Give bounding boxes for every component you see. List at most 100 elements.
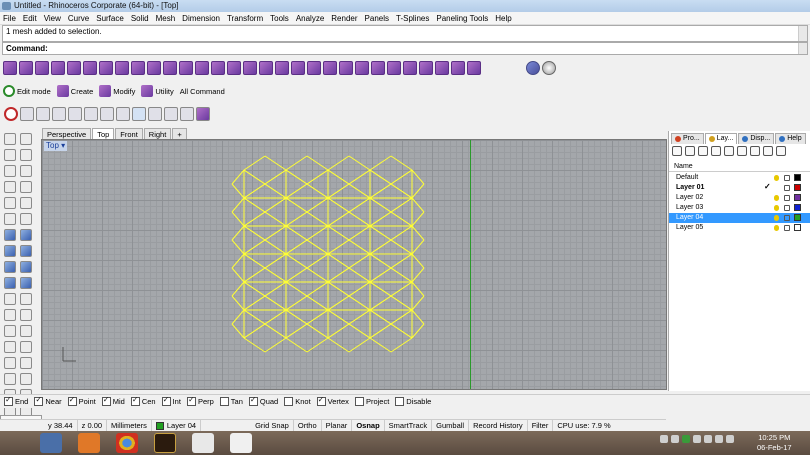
menu-paneling-tools[interactable]: Paneling Tools bbox=[436, 12, 488, 25]
tray-q-icon[interactable] bbox=[682, 435, 690, 443]
tsplines-merge-icon[interactable] bbox=[387, 61, 401, 75]
sidebar-mesh-icon[interactable] bbox=[4, 277, 16, 289]
layer-color-swatch[interactable] bbox=[794, 214, 801, 221]
sidebar-box-icon[interactable] bbox=[4, 245, 16, 257]
layer-color-swatch[interactable] bbox=[794, 204, 801, 211]
tsplines-piped-icon[interactable] bbox=[467, 61, 481, 75]
select-object-icon[interactable] bbox=[116, 107, 130, 121]
select-all-icon[interactable] bbox=[132, 107, 146, 121]
media-player-icon[interactable] bbox=[78, 433, 100, 453]
layer-row[interactable]: Default bbox=[669, 173, 810, 183]
filter-toggle[interactable]: Filter bbox=[528, 419, 554, 432]
tsplines-delete-icon[interactable] bbox=[275, 61, 289, 75]
sidebar-split-icon[interactable] bbox=[4, 309, 16, 321]
menu-panels[interactable]: Panels bbox=[365, 12, 389, 25]
move-parent-icon[interactable] bbox=[737, 146, 747, 156]
tray-volume-icon[interactable] bbox=[726, 435, 734, 443]
panel-tab-disp[interactable]: Disp... bbox=[738, 133, 775, 144]
osnap-checkbox[interactable] bbox=[161, 395, 171, 406]
menu-curve[interactable]: Curve bbox=[68, 12, 89, 25]
layer-color-swatch[interactable] bbox=[794, 194, 801, 201]
utility-button[interactable]: Utility bbox=[141, 85, 174, 97]
tsplines-subdivide-icon[interactable] bbox=[435, 61, 449, 75]
tsplines-extrude-icon[interactable] bbox=[163, 61, 177, 75]
create-button[interactable]: Create bbox=[56, 85, 93, 97]
tsplines-uncrease-icon[interactable] bbox=[243, 61, 257, 75]
menu-edit[interactable]: Edit bbox=[23, 12, 37, 25]
tray-display-icon[interactable] bbox=[704, 435, 712, 443]
sidebar-explode-icon[interactable] bbox=[20, 277, 32, 289]
layer-lock-icon[interactable] bbox=[784, 205, 790, 211]
tsplines-weld-icon[interactable] bbox=[195, 61, 209, 75]
menu-dimension[interactable]: Dimension bbox=[182, 12, 220, 25]
sidebar-text-icon[interactable] bbox=[20, 357, 32, 369]
grow-selection-icon[interactable] bbox=[164, 107, 178, 121]
osnap-checkbox[interactable] bbox=[354, 397, 364, 406]
viewport-tab-top[interactable]: Top bbox=[92, 128, 115, 139]
sidebar-polyline-icon[interactable] bbox=[20, 149, 32, 161]
select-loop-icon[interactable] bbox=[180, 107, 194, 121]
tsplines-fill-icon[interactable] bbox=[291, 61, 305, 75]
sidebar-copy-icon[interactable] bbox=[4, 325, 16, 337]
sidebar-surface-icon[interactable] bbox=[4, 229, 16, 241]
gumball-rotate-icon[interactable] bbox=[36, 107, 50, 121]
tools-icon[interactable] bbox=[763, 146, 773, 156]
help-icon[interactable] bbox=[776, 146, 786, 156]
osnap-checkbox[interactable] bbox=[219, 397, 229, 406]
command-scrollbar[interactable] bbox=[798, 43, 807, 54]
new-layer-icon[interactable] bbox=[672, 146, 682, 156]
sidebar-select-icon[interactable] bbox=[4, 133, 16, 145]
tsplines-smooth-icon[interactable] bbox=[451, 61, 465, 75]
menu-render[interactable]: Render bbox=[331, 12, 357, 25]
select-face-icon[interactable] bbox=[100, 107, 114, 121]
tsplines-settings-icon[interactable] bbox=[542, 61, 556, 75]
osnap-checkbox[interactable] bbox=[395, 397, 405, 406]
tsplines-bridge-icon[interactable] bbox=[179, 61, 193, 75]
sidebar-trim-icon[interactable] bbox=[20, 293, 32, 305]
sidebar-circle-icon[interactable] bbox=[20, 165, 32, 177]
sidebar-extrude-icon[interactable] bbox=[4, 261, 16, 273]
osnap-checkbox[interactable] bbox=[101, 395, 111, 406]
layer-lock-icon[interactable] bbox=[784, 225, 790, 231]
osnap-near[interactable]: Near bbox=[34, 395, 62, 406]
panel-tab-pro[interactable]: Pro... bbox=[671, 133, 704, 144]
osnap-toggle[interactable]: Osnap bbox=[352, 419, 385, 432]
layer-visible-bulb-icon[interactable] bbox=[774, 215, 779, 221]
smarttrack-toggle[interactable]: SmartTrack bbox=[385, 419, 433, 432]
osnap-perp[interactable]: Perp bbox=[186, 395, 214, 406]
osnap-checkbox[interactable] bbox=[316, 395, 326, 406]
stop-icon[interactable] bbox=[4, 107, 18, 121]
menu-mesh[interactable]: Mesh bbox=[156, 12, 176, 25]
viewport-tab-front[interactable]: Front bbox=[115, 128, 143, 139]
sidebar-fillet-icon[interactable] bbox=[20, 213, 32, 225]
rhino-taskbar-icon[interactable] bbox=[230, 433, 252, 453]
menu-tools[interactable]: Tools bbox=[270, 12, 289, 25]
tsplines-sphere-icon[interactable] bbox=[526, 61, 540, 75]
tsplines-plane-icon[interactable] bbox=[67, 61, 81, 75]
chrome-icon[interactable] bbox=[116, 433, 138, 453]
sidebar-array-icon[interactable] bbox=[4, 373, 16, 385]
panel-tab-help[interactable]: Help bbox=[775, 133, 806, 144]
sidebar-patch-icon[interactable] bbox=[20, 229, 32, 241]
menu-solid[interactable]: Solid bbox=[131, 12, 149, 25]
sidebar-curve-icon[interactable] bbox=[20, 197, 32, 209]
tsplines-cylinder-icon[interactable] bbox=[99, 61, 113, 75]
osnap-end[interactable]: End bbox=[4, 395, 28, 406]
layer-row[interactable]: Layer 03 bbox=[669, 203, 810, 213]
record-history-toggle[interactable]: Record History bbox=[469, 419, 528, 432]
osnap-checkbox[interactable] bbox=[34, 395, 44, 406]
file-explorer-icon[interactable] bbox=[40, 433, 62, 453]
osnap-checkbox[interactable] bbox=[284, 397, 294, 406]
menu-view[interactable]: View bbox=[44, 12, 61, 25]
tsplines-convert-icon[interactable] bbox=[419, 61, 433, 75]
menu-surface[interactable]: Surface bbox=[96, 12, 124, 25]
osnap-point[interactable]: Point bbox=[67, 395, 96, 406]
layer-row[interactable]: Layer 04 bbox=[669, 213, 810, 223]
all-command-button[interactable]: All Command bbox=[180, 87, 225, 96]
osnap-quad[interactable]: Quad bbox=[248, 395, 278, 406]
osnap-int[interactable]: Int bbox=[161, 395, 181, 406]
osnap-project[interactable]: Project bbox=[354, 397, 389, 406]
layer-column-header[interactable]: Name bbox=[669, 161, 810, 172]
move-up-icon[interactable] bbox=[711, 146, 721, 156]
tray-network-icon[interactable] bbox=[715, 435, 723, 443]
